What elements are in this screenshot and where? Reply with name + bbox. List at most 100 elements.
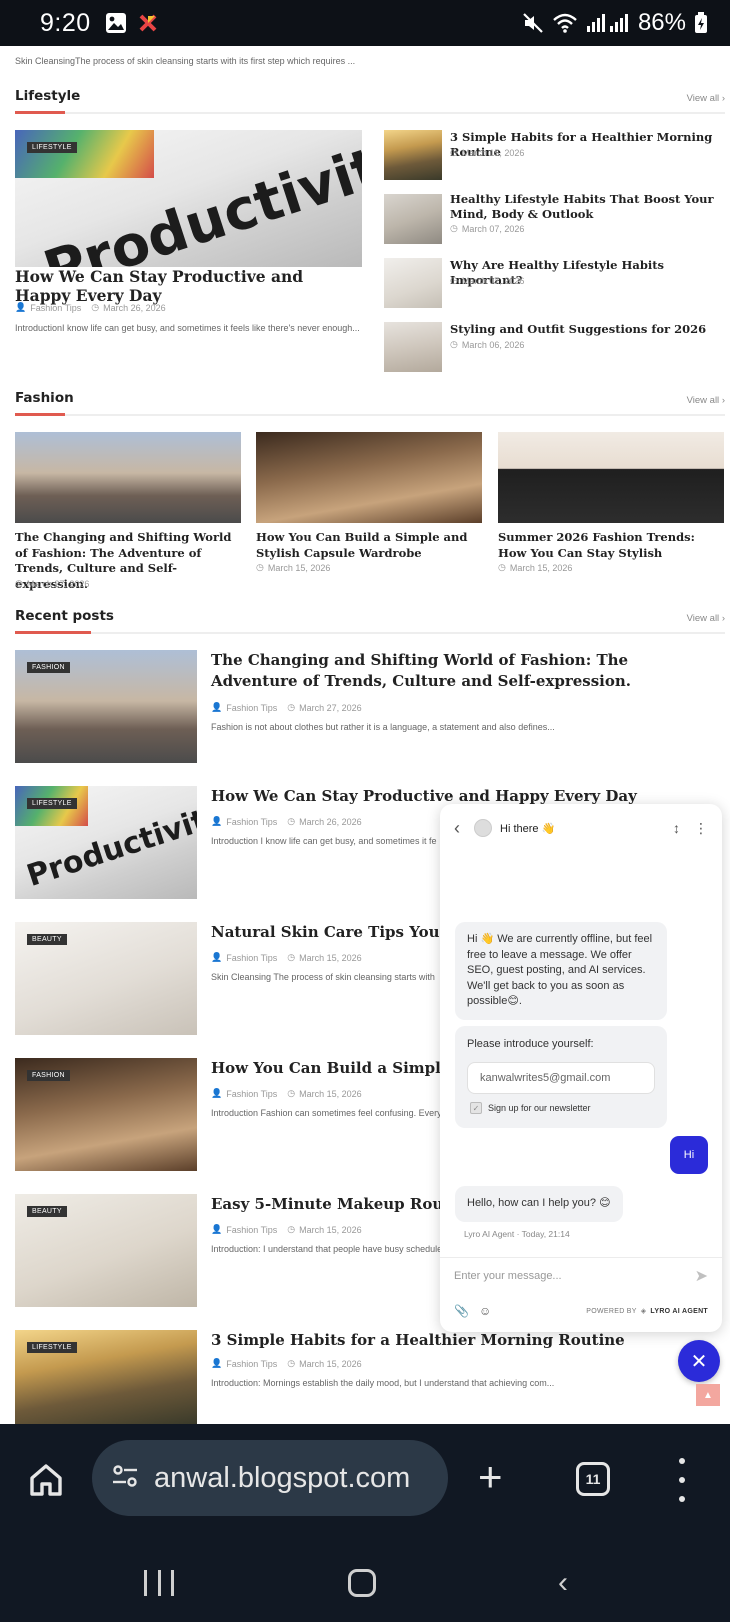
featured-post-title[interactable]: How We Can Stay Productive and Happy Eve… — [15, 267, 355, 305]
address-bar[interactable]: anwal.blogspot.com — [92, 1440, 448, 1516]
clock-icon: ◷ — [287, 1088, 296, 1098]
more-vertical-icon[interactable]: ⋮ — [694, 820, 708, 837]
fashion-section-header: Fashion View all › — [15, 386, 725, 416]
recent-post-meta: 👤 Fashion Tips ◷ March 15, 2026 — [211, 1358, 362, 1369]
more-vertical-icon[interactable] — [672, 1458, 692, 1502]
category-badge: LIFESTYLE — [27, 142, 77, 153]
fashion-post-image[interactable] — [256, 432, 482, 523]
chat-footer: 📎 ☺ POWERED BY ◈ LYRO AI AGENT — [440, 1293, 722, 1329]
fashion-post-title[interactable]: Summer 2026 Fashion Trends: How You Can … — [498, 530, 724, 561]
gallery-icon — [105, 12, 127, 34]
recent-post-meta: 👤 Fashion Tips ◷ March 27, 2026 — [211, 702, 362, 713]
view-all-link[interactable]: View all › — [687, 93, 725, 104]
status-bar: 9:20 86% — [0, 0, 730, 46]
recent-post-meta: 👤 Fashion Tips ◷ March 15, 2026 — [211, 1224, 362, 1235]
recent-post-image[interactable]: LIFESTYLE — [15, 1330, 197, 1424]
recent-post-meta: 👤 Fashion Tips ◷ March 15, 2026 — [211, 952, 362, 963]
recent-post-excerpt: Introduction Fashion can sometimes feel … — [211, 1108, 442, 1118]
side-item-title[interactable]: Healthy Lifestyle Habits That Boost Your… — [450, 192, 720, 222]
home-icon[interactable] — [26, 1460, 66, 1500]
featured-post-image[interactable]: Productivity LIFESTYLE — [15, 130, 362, 267]
recent-post-title[interactable]: The Changing and Shifting World of Fashi… — [211, 650, 716, 692]
recent-post-meta: 👤 Fashion Tips ◷ March 26, 2026 — [211, 816, 362, 827]
close-chat-button[interactable]: ✕ — [678, 1340, 720, 1382]
emoji-icon[interactable]: ☺ — [479, 1304, 491, 1318]
status-time: 9:20 — [40, 8, 91, 37]
side-item-thumb[interactable] — [384, 258, 442, 308]
recent-post-excerpt: Introduction: I understand that people h… — [211, 1244, 443, 1254]
fashion-post-date: ◷ March 27, 2026 — [15, 578, 90, 589]
send-icon[interactable]: ➤ — [695, 1266, 708, 1286]
fashion-post-title[interactable]: How You Can Build a Simple and Stylish C… — [256, 530, 482, 561]
scroll-to-top-button[interactable]: ▲ — [696, 1384, 720, 1406]
clock-icon: ◷ — [91, 302, 100, 312]
agent-avatar — [474, 819, 492, 837]
recent-post-excerpt: Skin Cleansing The process of skin clean… — [211, 972, 435, 982]
side-item-date: ◷ March 06, 2026 — [450, 339, 525, 350]
chat-header-title: Hi there 👋 — [500, 822, 556, 835]
powered-by[interactable]: POWERED BY ◈ LYRO AI AGENT — [586, 1307, 708, 1316]
recent-post-image[interactable]: BEAUTY — [15, 1194, 197, 1307]
fashion-post-image[interactable] — [15, 432, 241, 523]
clock-icon: ◷ — [287, 952, 296, 962]
fashion-post-date: ◷ March 15, 2026 — [256, 562, 331, 573]
close-icon: ✕ — [690, 1350, 708, 1373]
recent-post-title[interactable]: 3 Simple Habits for a Healthier Morning … — [211, 1330, 716, 1351]
clock-icon: ◷ — [450, 275, 458, 285]
offline-message-bubble: Hi 👋 We are currently offline, but feel … — [455, 922, 667, 1020]
recent-post-image[interactable]: FASHION — [15, 650, 197, 763]
chevron-left-icon[interactable]: ‹ — [454, 818, 460, 839]
user-message-bubble: Hi — [670, 1136, 708, 1174]
recent-apps-icon[interactable] — [144, 1570, 174, 1596]
expand-icon[interactable]: ↕ — [673, 820, 680, 837]
side-item-thumb[interactable] — [384, 322, 442, 372]
section-underline — [15, 631, 91, 634]
fashion-post-image[interactable] — [498, 432, 724, 523]
side-item-date: ◷ March 07, 2026 — [450, 275, 525, 286]
lifestyle-section-header: Lifestyle View all › — [15, 84, 725, 114]
user-icon: 👤 — [211, 1088, 223, 1098]
url-text[interactable]: anwal.blogspot.com — [154, 1462, 410, 1495]
chat-header: ‹ Hi there 👋 ↕ ⋮ — [440, 804, 722, 852]
site-settings-icon[interactable] — [110, 1461, 140, 1496]
view-all-link[interactable]: View all › — [687, 395, 725, 406]
email-field[interactable]: kanwalwrites5@gmail.com — [467, 1062, 655, 1094]
app-notification-icon — [137, 12, 159, 34]
view-all-link[interactable]: View all › — [687, 613, 725, 624]
back-icon[interactable]: ‹ — [558, 1566, 568, 1600]
chat-input-row[interactable]: Enter your message... ➤ — [440, 1257, 722, 1293]
clock-icon: ◷ — [287, 1358, 296, 1368]
clock-icon: ◷ — [15, 578, 23, 588]
section-title: Lifestyle — [15, 88, 81, 104]
user-icon: 👤 — [211, 1224, 223, 1234]
intro-label: Please introduce yourself: — [467, 1038, 594, 1050]
side-item-date: ◷ March 15, 2026 — [450, 147, 525, 158]
category-badge: LIFESTYLE — [27, 798, 77, 809]
clock-icon: ◷ — [256, 562, 264, 572]
agent-message-meta: Lyro AI Agent · Today, 21:14 — [464, 1229, 570, 1239]
category-badge: BEAUTY — [27, 934, 67, 945]
side-item-thumb[interactable] — [384, 194, 442, 244]
paperclip-icon[interactable]: 📎 — [454, 1304, 469, 1318]
newsletter-checkbox[interactable]: ✓ — [470, 1102, 482, 1114]
recent-post-image[interactable]: Productivity LIFESTYLE — [15, 786, 197, 899]
battery-percent: 86% — [637, 9, 686, 36]
recent-post-image[interactable]: BEAUTY — [15, 922, 197, 1035]
wifi-icon — [552, 12, 578, 34]
chat-message-input[interactable]: Enter your message... — [454, 1270, 562, 1282]
side-item-title[interactable]: Styling and Outfit Suggestions for 2026 — [450, 322, 720, 337]
recent-post-image[interactable]: FASHION — [15, 1058, 197, 1171]
clock-icon: ◷ — [450, 223, 458, 233]
newsletter-checkbox-row[interactable]: ✓ Sign up for our newsletter — [470, 1102, 591, 1114]
user-icon: 👤 — [211, 702, 223, 712]
section-underline — [15, 413, 65, 416]
mute-icon — [522, 12, 544, 34]
tab-switcher-button[interactable]: 11 — [576, 1462, 610, 1496]
system-home-icon[interactable] — [348, 1569, 376, 1597]
recent-section-header: Recent posts View all › — [15, 604, 725, 634]
lyro-logo-icon: ◈ — [640, 1308, 647, 1315]
new-tab-plus-icon[interactable]: + — [478, 1454, 503, 1500]
side-item-thumb[interactable] — [384, 130, 442, 180]
clock-icon: ◷ — [450, 147, 458, 157]
section-title: Fashion — [15, 390, 74, 406]
